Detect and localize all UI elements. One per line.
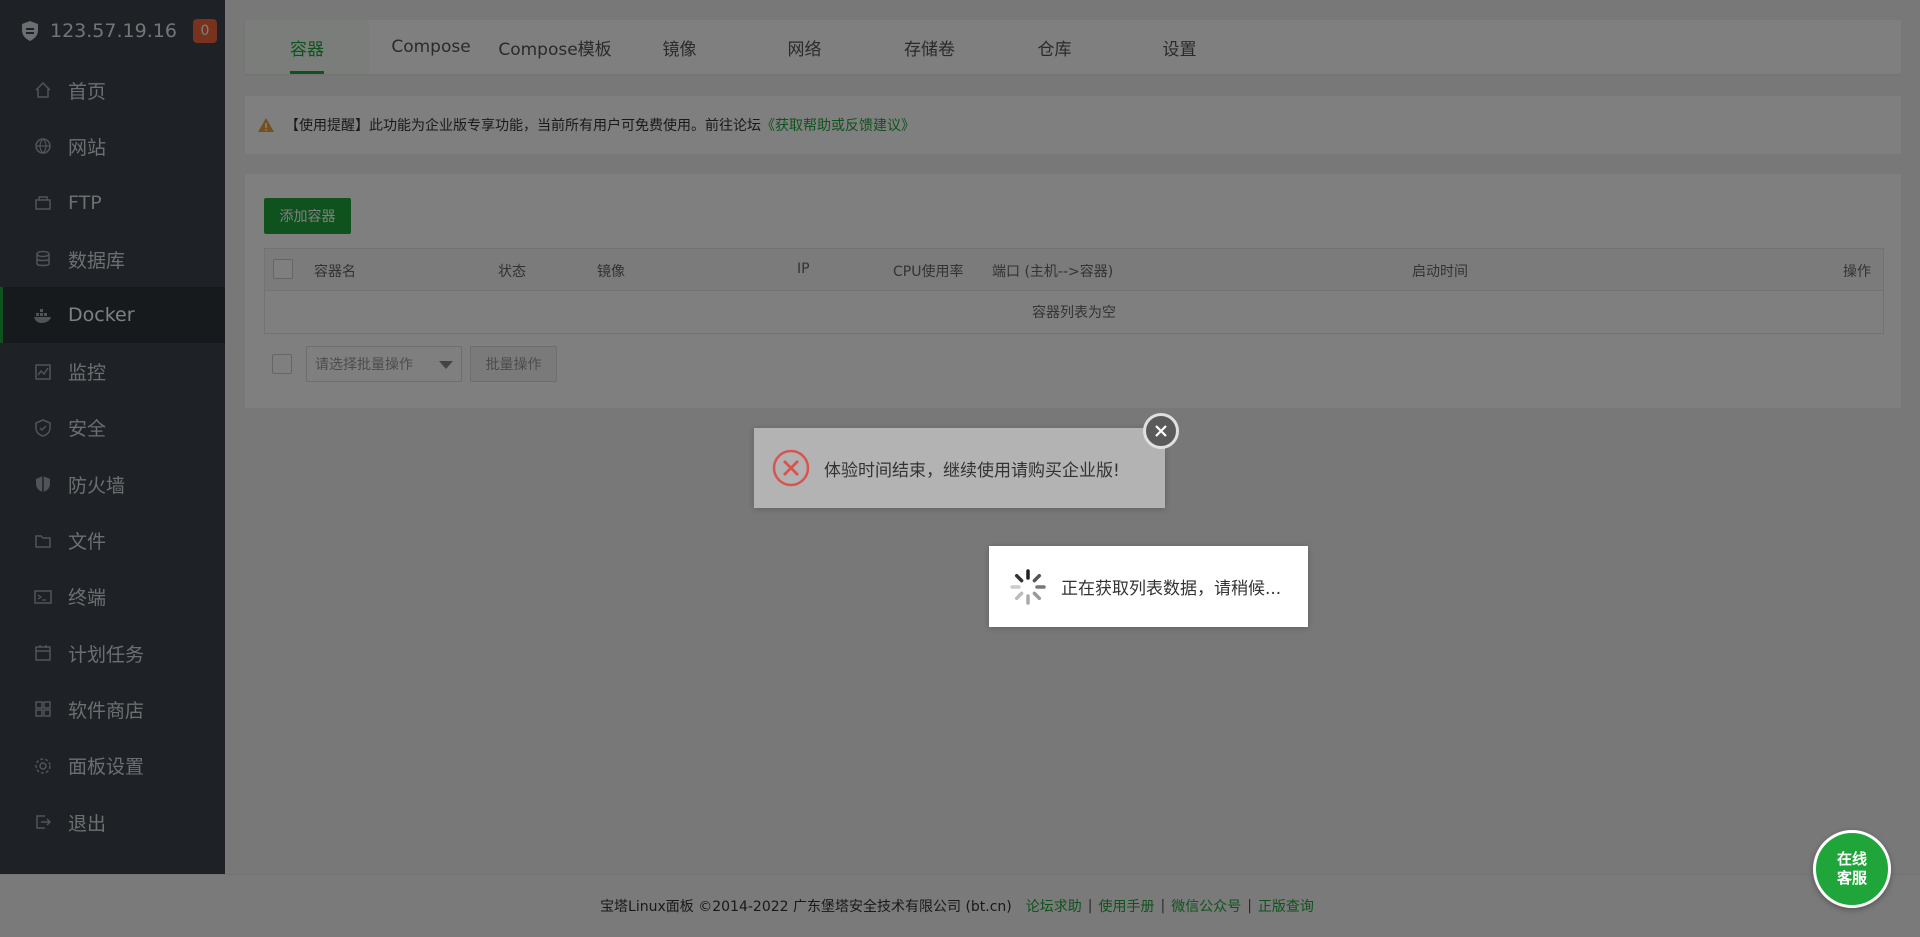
error-x-icon [772, 449, 810, 487]
close-icon [1155, 425, 1167, 437]
close-dialog-button[interactable] [1143, 413, 1179, 449]
loading-message: 正在获取列表数据，请稍候... [1061, 579, 1282, 599]
trial-expired-dialog: 体验时间结束，继续使用请购买企业版! [754, 428, 1165, 508]
chat-label-line1: 在线 [1836, 850, 1867, 868]
chat-label-line2: 客服 [1836, 869, 1867, 887]
online-support-button[interactable]: 在线 客服 [1813, 830, 1891, 908]
error-message: 体验时间结束，继续使用请购买企业版! [824, 460, 1120, 481]
spinner-icon [1010, 568, 1046, 605]
loading-dialog: 正在获取列表数据，请稍候... [989, 546, 1308, 627]
